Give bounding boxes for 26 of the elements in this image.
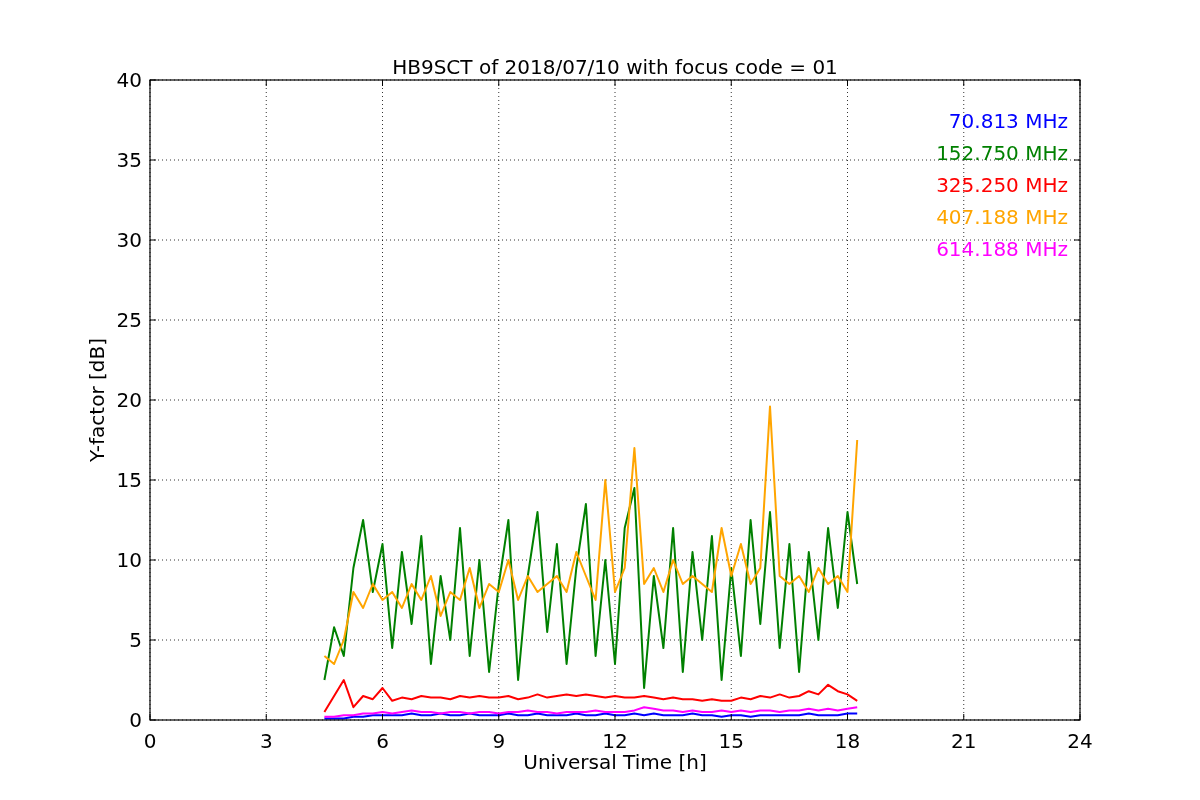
tick-label: 21 xyxy=(951,729,977,753)
tick-label: 18 xyxy=(834,729,861,753)
legend-label: 70.813 MHz xyxy=(948,109,1068,133)
axis-label: Universal Time [h] xyxy=(523,750,707,774)
tick-label: 10 xyxy=(116,548,142,572)
legend-label: 407.188 MHz xyxy=(936,205,1068,229)
tick-label: 9 xyxy=(492,729,506,753)
tick-label: 40 xyxy=(116,68,142,92)
tick-label: 35 xyxy=(116,148,142,172)
tick-label: 12 xyxy=(602,729,628,753)
tick-label: 0 xyxy=(143,729,157,753)
legend-label: 325.250 MHz xyxy=(936,173,1068,197)
tick-label: 15 xyxy=(718,729,744,753)
axis-label: Y-factor [dB] xyxy=(85,338,109,462)
tick-label: 0 xyxy=(129,708,142,732)
legend-label: 152.750 MHz xyxy=(936,141,1068,165)
tick-label: 15 xyxy=(116,468,142,492)
tick-label: 30 xyxy=(116,228,142,252)
tick-label: 24 xyxy=(1067,729,1093,753)
tick-label: 3 xyxy=(259,729,273,753)
tick-label: 20 xyxy=(116,388,142,412)
tick-label: 6 xyxy=(376,729,389,753)
tick-label: 5 xyxy=(129,628,142,652)
legend-label: 614.188 MHz xyxy=(936,237,1068,261)
chart-title: HB9SCT of 2018/07/10 with focus code = 01 xyxy=(392,55,838,79)
tick-label: 25 xyxy=(116,308,142,332)
